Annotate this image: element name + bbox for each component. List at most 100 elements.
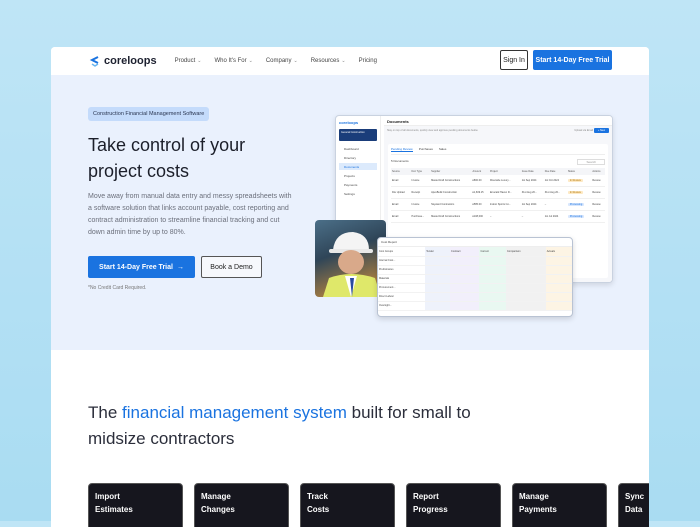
report-cell [450,292,480,302]
app-sidebar-item: Dashboard [344,146,359,151]
table-cell: In Review [566,186,592,199]
cell-text: Email [392,203,399,206]
table-cell: Processing [566,210,592,223]
report-cell [545,283,572,293]
cell-text: – [544,203,547,206]
cell-text: Review [592,203,601,206]
heading-highlight: financial management system [122,403,347,422]
start-trial-button[interactable]: Start 14-Day Free Trial → [88,256,195,278]
hero-description: Move away from manual data entry and mes… [88,193,292,236]
report-row: Internal Cost... [378,256,572,266]
feature-card[interactable]: Sync Data [618,483,649,527]
book-demo-button[interactable]: Book a Demo [201,256,262,278]
column-header: Doc Type [410,168,431,175]
table-cell: £108,000 [471,210,489,223]
hero-section: Construction Financial Management Softwa… [51,75,649,350]
table-cell: Receipt [410,186,431,199]
app-sidebar-item: Directory [344,155,357,160]
coreloops-logo-icon [89,56,99,67]
start-trial-nav-button[interactable]: Start 14-Day Free Trial [533,50,612,70]
cell-text: Invoice [411,203,420,206]
nav-menu: Product ⌄ Who It's For ⌄ Company ⌄ Resources ⌄ P… [175,58,377,64]
app-tab: Purchases [418,147,433,151]
cell-text: 1st Oct 2024 [544,179,559,182]
report-cell [479,292,506,302]
table-cell: £585.00 [471,198,489,211]
cell-text: Indoor Sports Co... [489,203,511,206]
nav-menu-item[interactable]: Resources ⌄ [311,58,346,64]
nav-menu-item[interactable]: Who It's For ⌄ [214,58,252,64]
cell-text: £585.00 [472,203,482,206]
report-cell [545,256,572,266]
nav-menu-label: Resources [310,58,340,64]
report-row-label: Procurement... [378,283,426,293]
table-cell: 1st Jul 2024 [543,210,567,223]
nav-menu-item[interactable]: Pricing [359,58,377,64]
heading-pre: The [88,403,123,422]
cell-text: 1st Sep 2024 [521,203,537,206]
table-cell: Review [591,186,605,199]
report-cell [479,256,506,266]
feature-card[interactable]: Report Progress [406,483,501,527]
org-card: General Construction [339,129,377,141]
table-row: Email Purchase... MasterCraft Construction… [391,210,605,223]
table-cell: Review [591,198,605,211]
table-cell: – [488,210,521,223]
brand-name: coreloops [104,55,157,67]
feature-line-2: Payments [519,505,557,514]
report-row-label: Direct Labour [378,292,426,302]
nav-menu-item[interactable]: Product ⌄ [175,58,202,64]
report-row-label: Materials [378,274,426,284]
report-cell [425,301,451,311]
upload-email-button: Upload via Email [574,129,594,132]
table-cell: 1st Sep 2024 [520,175,544,187]
cost-report-title: Cost Report [378,238,572,247]
cell-text: ApexBuild Construction [431,191,458,194]
table-cell: File Upload [391,186,411,199]
table-cell: £1,609.15 [471,186,489,199]
cell-text: Riverside Luxury... [489,179,511,182]
cell-text: MasterCraft Constructions [431,179,461,182]
table-row: Email Invoice Skyward Contractors £585.00 In… [391,198,605,211]
feature-line-1: Sync [625,492,645,501]
chevron-down-icon: ⌄ [341,58,346,64]
report-cell [425,283,451,293]
cta-label: Start 14-Day Free Trial [99,263,173,271]
brand-logo[interactable]: coreloops [89,55,157,67]
report-cell [479,274,506,284]
table-cell: Review [591,210,605,223]
feature-card[interactable]: Manage Payments [512,483,607,527]
table-cell: – [520,210,544,223]
cost-report-screenshot: Cost Report Cost Groups Tender Contract Cur… [377,237,573,317]
report-cell [450,274,480,284]
app-sidebar-item: Settings [344,191,355,196]
feature-line-1: Manage [201,492,231,501]
table-cell: Purchase... [410,210,431,223]
cell-text: Email [392,215,399,218]
feature-card[interactable]: Import Estimates [88,483,183,527]
arrow-right-icon: → [176,263,184,271]
report-cell [545,301,572,311]
hero-tag: Construction Financial Management Softwa… [88,107,210,121]
feature-line-2: Estimates [95,505,133,514]
feature-card[interactable]: Track Costs [300,483,395,527]
report-row: Direct Labour [378,292,572,302]
nav-menu-item[interactable]: Company ⌄ [266,58,298,64]
cell-text: MasterCraft Constructions [431,215,461,218]
report-cell [425,292,451,302]
app-tab: Pending Review [391,147,413,152]
table-cell: Invoice [410,198,431,211]
cell-text: Review [592,191,601,194]
cell-text: 1st Jul 2024 [544,215,559,218]
cell-text: 31st Aug 20... [521,191,538,194]
new-button: + New [593,128,609,133]
sign-in-button[interactable]: Sign In [500,50,528,70]
cell-text: Purchase... [411,215,425,218]
report-group-header: Contract [450,247,480,257]
table-cell: 31st Aug 20... [520,186,544,199]
cell-text: Review [592,215,601,218]
cell-text: Email [392,179,399,182]
cell-text: File Upload [392,191,405,194]
column-header: Actions [591,168,605,175]
feature-card[interactable]: Manage Changes [194,483,289,527]
